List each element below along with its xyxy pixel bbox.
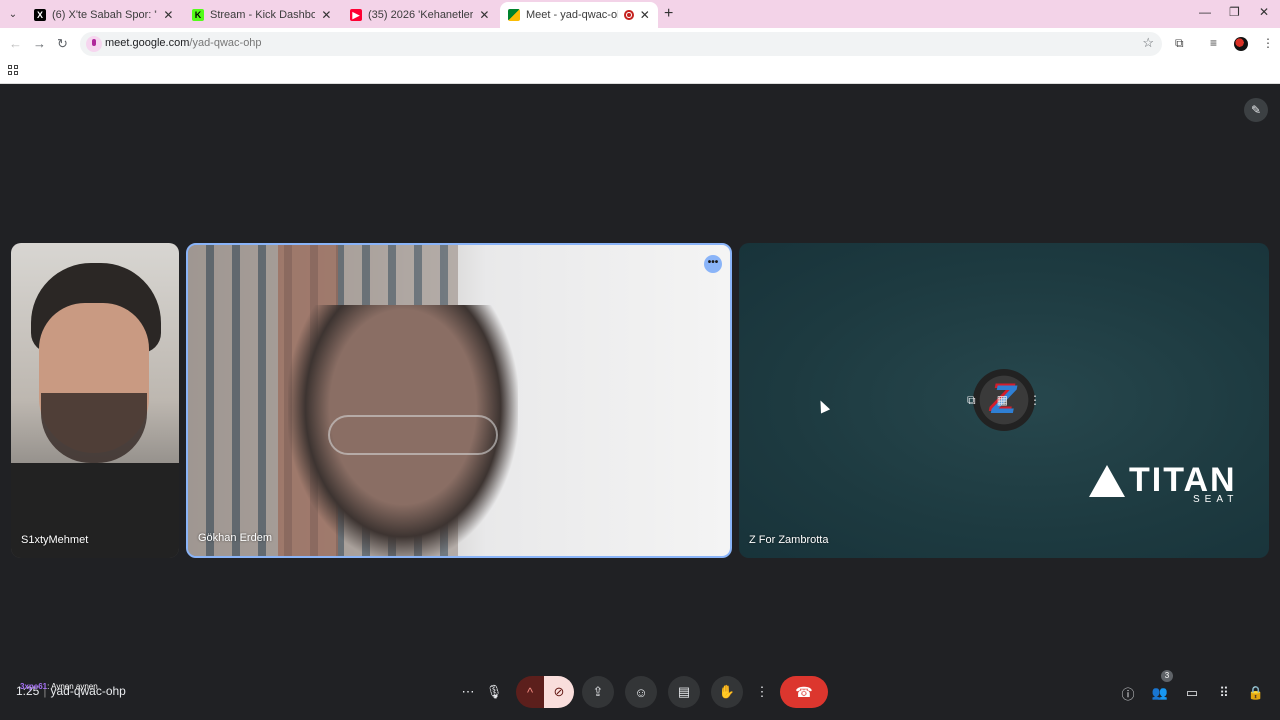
participant-video-glasses: [328, 415, 498, 455]
tab-close-icon[interactable]: ✕: [640, 8, 650, 22]
titan-seat-logo: TITAN SEAT: [1089, 463, 1239, 507]
tab-kick[interactable]: K Stream - Kick Dashboard ✕: [184, 2, 340, 28]
tile-hover-actions: ⧉ ▦ ⋮: [967, 391, 1041, 409]
tab-search-chevron-icon[interactable]: ⌄: [4, 5, 22, 23]
more-options-icon[interactable]: ⋮: [1029, 393, 1041, 407]
activities-icon[interactable]: ⠿: [1214, 683, 1234, 703]
logo-subtext: SEAT: [1193, 494, 1239, 505]
tab-close-icon[interactable]: ✕: [163, 8, 174, 22]
back-icon[interactable]: ←: [9, 36, 22, 51]
chat-message: : Aynen aynen: [47, 682, 98, 691]
participant-tile-s1xtymehmet[interactable]: S1xtyMehmet: [11, 243, 179, 558]
extensions-icon[interactable]: ⧉: [1175, 36, 1184, 51]
tab-meet[interactable]: Meet - yad-qwac-ohp ✕: [500, 2, 658, 28]
reload-icon[interactable]: ↻: [57, 36, 68, 52]
tab-title: Stream - Kick Dashboard: [210, 9, 315, 21]
close-window-icon[interactable]: ✕: [1259, 5, 1269, 19]
emoji-reactions-button[interactable]: ☺: [625, 676, 657, 708]
remove-from-view-icon[interactable]: ▦: [997, 393, 1008, 407]
participant-name: Gökhan Erdem: [198, 532, 272, 544]
host-controls-icon[interactable]: 🔒: [1246, 683, 1266, 703]
bookmarks-bar: [0, 60, 1280, 84]
titan-logo-mark-icon: [1089, 465, 1125, 497]
forward-icon[interactable]: →: [33, 36, 46, 51]
tab-title: (6) X'te Sabah Spor: "Trabzonsp: [52, 9, 157, 21]
apps-grid-icon[interactable]: [8, 65, 18, 75]
tab-title: (35) 2026 'Kehanetleri' | Erdem A: [368, 9, 473, 21]
meet-logo-icon: [508, 9, 520, 21]
camera-options-chevron-icon[interactable]: ^: [516, 676, 544, 708]
camera-off-button[interactable]: ⊘: [544, 676, 574, 708]
tab-title: Meet - yad-qwac-ohp: [526, 9, 618, 21]
participant-video-beard: [41, 393, 147, 463]
new-tab-button[interactable]: +: [664, 5, 673, 23]
tab-x[interactable]: X (6) X'te Sabah Spor: "Trabzonsp ✕: [26, 2, 182, 28]
recording-icon: [624, 10, 634, 20]
people-count-badge: 3: [1161, 670, 1173, 682]
more-options-icon[interactable]: •••: [704, 255, 722, 273]
stream-chat-overlay: 3xpe61: Aynen aynen: [20, 682, 98, 691]
present-screen-button[interactable]: ⇪: [582, 676, 614, 708]
more-options-icon[interactable]: ⋮: [750, 676, 774, 708]
browser-toolbar: ← → ↻ meet.google.com/yad-qwac-ohp ☆ ⧉ ≡…: [0, 28, 1280, 60]
browser-tab-strip: ⌄ X (6) X'te Sabah Spor: "Trabzonsp ✕ K …: [0, 0, 1280, 28]
participant-tile-gokhan-erdem[interactable]: ••• Gökhan Erdem: [186, 243, 732, 558]
minimize-icon[interactable]: —: [1199, 5, 1211, 19]
chat-icon[interactable]: ▭: [1182, 683, 1202, 703]
microphone-icon[interactable]: 🎙: [482, 676, 506, 708]
chrome-menu-icon[interactable]: ⋮: [1262, 36, 1274, 50]
people-icon[interactable]: 👥: [1150, 683, 1170, 703]
url-path: /yad-qwac-ohp: [189, 37, 262, 49]
url-host: meet.google.com: [105, 37, 190, 49]
tab-close-icon[interactable]: ✕: [321, 8, 332, 22]
kick-logo-icon: K: [192, 9, 204, 21]
leave-call-button[interactable]: ☎: [780, 676, 828, 708]
pin-icon[interactable]: ⧉: [967, 393, 976, 408]
meet-stage: ✎ S1xtyMehmet ••• Gökhan Erdem Z ⧉ ▦ ⋮ T…: [0, 84, 1280, 720]
logo-word: TITAN: [1129, 461, 1237, 499]
microphone-in-use-icon[interactable]: [86, 36, 102, 52]
chat-username: 3xpe61: [20, 682, 48, 691]
captions-button[interactable]: ▤: [668, 676, 700, 708]
participant-name: Z For Zambrotta: [749, 534, 829, 546]
address-bar[interactable]: meet.google.com/yad-qwac-ohp ☆: [80, 32, 1162, 56]
url-text: meet.google.com/yad-qwac-ohp: [105, 37, 262, 49]
tab-youtube[interactable]: ▶ (35) 2026 'Kehanetleri' | Erdem A ✕: [342, 2, 498, 28]
more-reactions-icon[interactable]: ⋯: [456, 676, 480, 708]
meeting-info-icon[interactable]: ⓘ: [1118, 683, 1138, 703]
profile-avatar[interactable]: [1234, 37, 1248, 51]
youtube-logo-icon: ▶: [350, 9, 362, 21]
x-logo-icon: X: [34, 9, 46, 21]
edit-pencil-icon[interactable]: ✎: [1244, 98, 1268, 122]
media-controls-icon[interactable]: ≡: [1210, 36, 1217, 50]
restore-icon[interactable]: ❐: [1229, 5, 1240, 19]
raise-hand-button[interactable]: ✋: [711, 676, 743, 708]
participant-name: S1xtyMehmet: [21, 534, 89, 546]
tab-close-icon[interactable]: ✕: [479, 8, 490, 22]
bookmark-star-icon[interactable]: ☆: [1142, 35, 1154, 51]
